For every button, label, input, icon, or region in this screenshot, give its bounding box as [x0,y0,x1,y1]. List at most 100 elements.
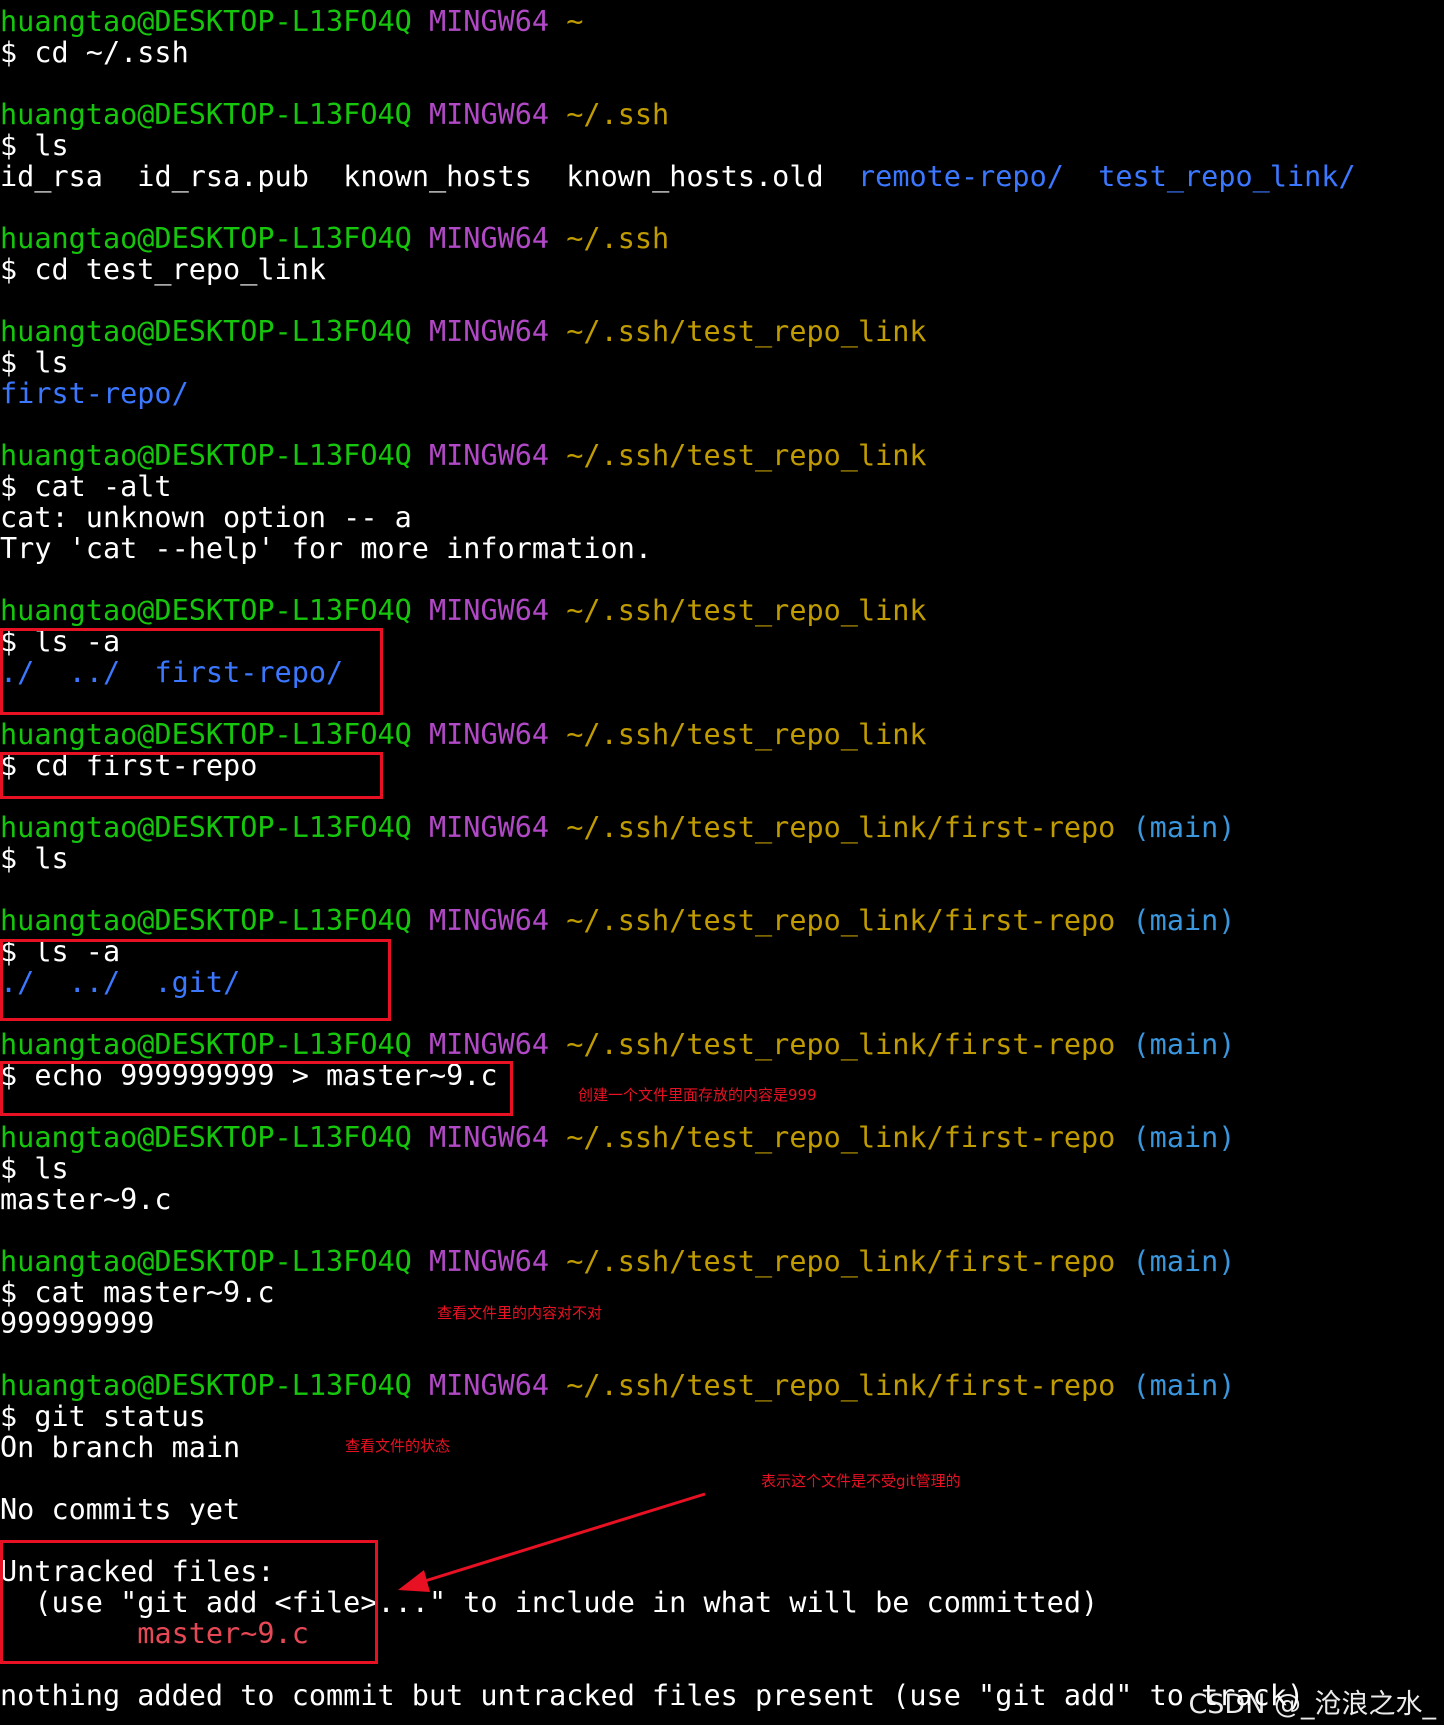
cwd-path: ~/.ssh/test_repo_link/first-repo [566,1028,1116,1061]
user-host: huangtao@DESKTOP-L13FO4Q [0,1121,412,1154]
command-line: $ git status [0,1400,206,1433]
shell-name: MINGW64 [428,222,550,255]
prompt-line: huangtao@DESKTOP-L13FO4Q MINGW64 ~/.ssh/… [0,440,1444,471]
command-line: $ cat master~9.c [0,1276,275,1309]
git-branch: (main) [1132,1121,1236,1154]
user-host: huangtao@DESKTOP-L13FO4Q [0,439,412,472]
dot-dirs: ./ ../ [0,656,121,689]
user-host: huangtao@DESKTOP-L13FO4Q [0,315,412,348]
cwd-path: ~/.ssh/test_repo_link [566,439,927,472]
shell-name: MINGW64 [428,5,550,38]
shell-name: MINGW64 [428,1028,550,1061]
cwd-path: ~/.ssh/test_repo_link [566,315,927,348]
prompt-line: huangtao@DESKTOP-L13FO4Q MINGW64 ~/.ssh/… [0,595,1444,626]
git-branch: (main) [1132,904,1236,937]
file-entry: id_rsa [0,160,103,193]
shell-name: MINGW64 [428,98,550,131]
prompt-line: huangtao@DESKTOP-L13FO4Q MINGW64 ~/.ssh/… [0,1122,1444,1153]
command-line: $ cd ~/.ssh [0,36,189,69]
command-line: $ cd test_repo_link [0,253,327,286]
cwd-path: ~/.ssh/test_repo_link/first-repo [566,1369,1116,1402]
dir-entry: first-repo/ [154,656,344,689]
prompt-line: huangtao@DESKTOP-L13FO4Q MINGW64 ~/.ssh/… [0,1029,1444,1060]
prompt-line: huangtao@DESKTOP-L13FO4Q MINGW64 ~/.ssh [0,99,1444,130]
command-line: $ cd first-repo [0,749,258,782]
dir-entry: test_repo_link/ [1098,160,1356,193]
dot-dirs: ./ ../ [0,966,121,999]
cwd-path: ~/.ssh/test_repo_link/first-repo [566,1245,1116,1278]
user-host: huangtao@DESKTOP-L13FO4Q [0,98,412,131]
shell-name: MINGW64 [428,1369,550,1402]
prompt-line: huangtao@DESKTOP-L13FO4Q MINGW64 ~/.ssh/… [0,812,1444,843]
cwd-path: ~/.ssh/test_repo_link/first-repo [566,811,1116,844]
prompt-line: huangtao@DESKTOP-L13FO4Q MINGW64 ~/.ssh/… [0,719,1444,750]
command-line: $ ls [0,1152,69,1185]
annotation-status: 查看文件的状态 [345,1437,451,1455]
shell-name: MINGW64 [428,1121,550,1154]
prompt-line: huangtao@DESKTOP-L13FO4Q MINGW64 ~/.ssh/… [0,1246,1444,1277]
error-output: cat: unknown option -- a [0,501,412,534]
git-branch: (main) [1132,1028,1236,1061]
cwd-path: ~/.ssh/test_repo_link [566,594,927,627]
status-output: No commits yet [0,1493,241,1526]
prompt-line: huangtao@DESKTOP-L13FO4Q MINGW64 ~/.ssh [0,223,1444,254]
cwd-path: ~/.ssh [566,98,670,131]
annotation-echo: 创建一个文件里面存放的内容是999 [578,1086,817,1104]
prompt-line: huangtao@DESKTOP-L13FO4Q MINGW64 ~ [0,6,1444,37]
command-line: $ ls [0,129,69,162]
file-entry: master~9.c [0,1183,172,1216]
command-line: $ cat -alt [0,470,172,503]
user-host: huangtao@DESKTOP-L13FO4Q [0,904,412,937]
terminal-output[interactable]: huangtao@DESKTOP-L13FO4Q MINGW64 ~ $ cd … [0,6,1444,1711]
status-output: On branch main [0,1431,241,1464]
user-host: huangtao@DESKTOP-L13FO4Q [0,718,412,751]
file-entry: known_hosts [343,160,532,193]
shell-name: MINGW64 [428,315,550,348]
ls-output: ./ ../ .git/ [0,967,1444,998]
untracked-file: master~9.c [0,1618,1444,1649]
prompt-line: huangtao@DESKTOP-L13FO4Q MINGW64 ~/.ssh/… [0,316,1444,347]
shell-name: MINGW64 [428,1245,550,1278]
command-line: $ ls [0,346,69,379]
command-line: $ ls -a [0,935,121,968]
shell-name: MINGW64 [428,594,550,627]
git-branch: (main) [1132,811,1236,844]
cwd-path: ~ [566,5,584,38]
dir-entry: first-repo/ [0,377,189,410]
shell-name: MINGW64 [428,811,550,844]
cwd-path: ~/.ssh/test_repo_link/first-repo [566,1121,1116,1154]
status-output: (use "git add <file>..." to include in w… [0,1586,1099,1619]
cwd-path: ~/.ssh [566,222,670,255]
user-host: huangtao@DESKTOP-L13FO4Q [0,1028,412,1061]
command-line: $ ls -a [0,625,121,658]
shell-name: MINGW64 [428,718,550,751]
ls-output: ./ ../ first-repo/ [0,657,1444,688]
annotation-cat: 查看文件里的内容对不对 [437,1304,603,1322]
prompt-line: huangtao@DESKTOP-L13FO4Q MINGW64 ~/.ssh/… [0,1370,1444,1401]
user-host: huangtao@DESKTOP-L13FO4Q [0,5,412,38]
cwd-path: ~/.ssh/test_repo_link/first-repo [566,904,1116,937]
error-output: Try 'cat --help' for more information. [0,532,653,565]
command-line: $ ls [0,842,69,875]
dir-entry: remote-repo/ [858,160,1064,193]
user-host: huangtao@DESKTOP-L13FO4Q [0,1369,412,1402]
git-branch: (main) [1132,1369,1236,1402]
csdn-watermark: CSDN @_沧浪之水_ [1188,1689,1436,1720]
user-host: huangtao@DESKTOP-L13FO4Q [0,811,412,844]
untracked-file-name: master~9.c [137,1617,309,1650]
ls-output: id_rsa id_rsa.pub known_hosts known_host… [0,161,1444,192]
user-host: huangtao@DESKTOP-L13FO4Q [0,222,412,255]
